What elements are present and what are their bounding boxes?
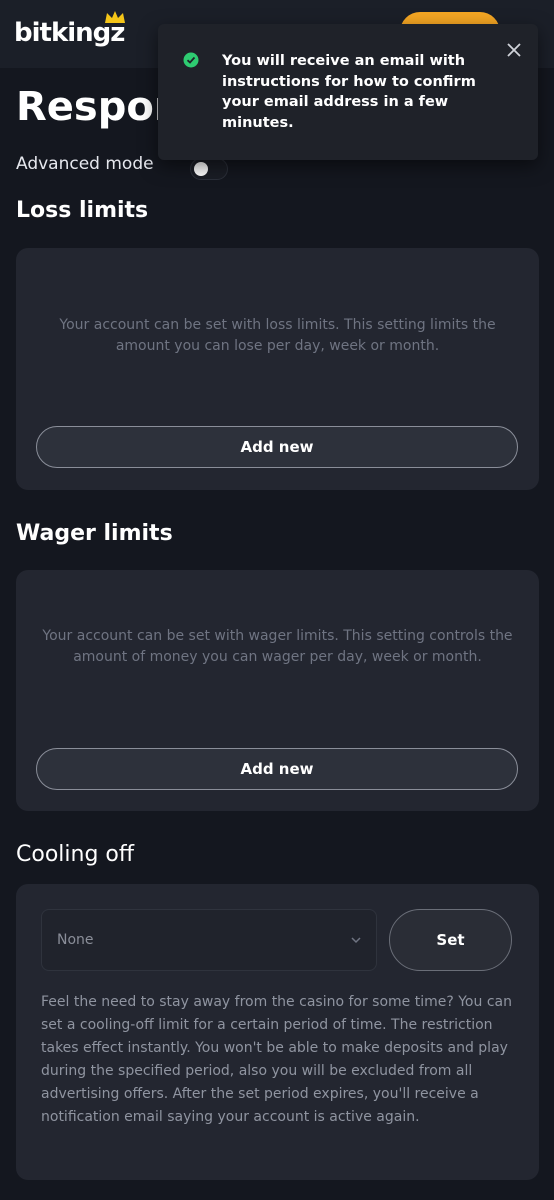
wager-limits-card: Your account can be set with wager limit… [16,570,539,811]
loss-limits-description: Your account can be set with loss limits… [59,317,496,354]
loss-limits-add-button[interactable]: Add new [36,426,518,468]
cooling-off-select[interactable]: None [41,909,377,971]
toast-message: You will receive an email with instructi… [222,53,476,131]
cooling-off-select-value: None [57,932,94,948]
close-icon[interactable] [505,41,523,59]
loss-limits-heading: Loss limits [16,198,149,223]
cooling-off-set-button[interactable]: Set [389,909,512,971]
cooling-off-heading: Cooling off [16,842,135,867]
wager-limits-heading: Wager limits [16,521,173,546]
wager-limits-add-button[interactable]: Add new [36,748,518,790]
loss-limits-card: Your account can be set with loss limits… [16,248,539,490]
advanced-mode-toggle[interactable] [190,158,228,180]
advanced-mode-label: Advanced mode [16,154,154,174]
cooling-off-description: Feel the need to stay away from the casi… [41,994,512,1125]
cooling-off-card: None Set Feel the need to stay away from… [16,884,539,1180]
crown-icon [105,11,125,23]
success-check-icon [183,52,199,68]
toast-notification: You will receive an email with instructi… [158,24,538,160]
chevron-down-icon [351,937,361,944]
page-title: Respor [16,84,174,130]
wager-limits-description: Your account can be set with wager limit… [42,628,513,665]
toggle-knob [194,162,208,176]
